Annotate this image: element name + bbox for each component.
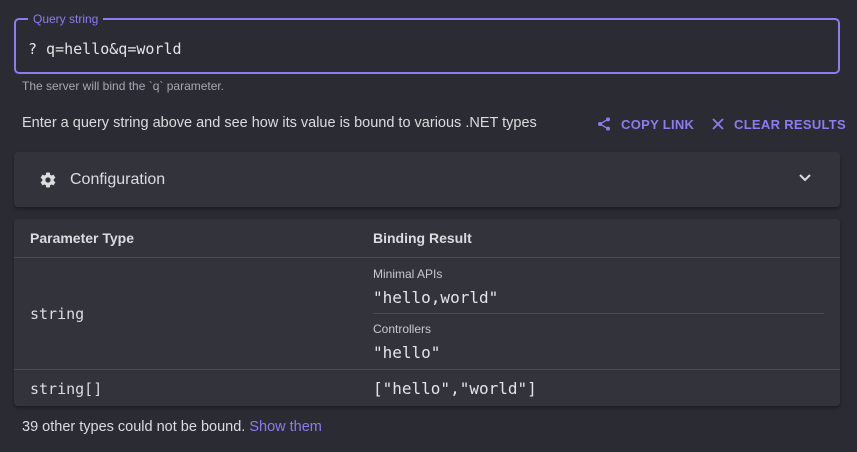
- chevron-down-icon[interactable]: [798, 173, 812, 183]
- header-parameter-type: Parameter Type: [30, 230, 135, 246]
- copy-link-label: COPY LINK: [621, 116, 695, 132]
- header-binding-result: Binding Result: [373, 230, 472, 246]
- intro-text: Enter a query string above and see how i…: [22, 115, 537, 131]
- clear-results-label: CLEAR RESULTS: [734, 116, 846, 132]
- controllers-value: "hello": [373, 343, 441, 362]
- parameter-type-cell: string: [30, 305, 85, 323]
- minimal-apis-value: "hello,world": [373, 288, 499, 307]
- binding-results-table: Parameter Type Binding Result string Min…: [14, 219, 840, 406]
- unbound-count-text: 39 other types could not be bound.: [22, 419, 246, 435]
- gear-icon: [40, 172, 56, 188]
- copy-link-button[interactable]: COPY LINK: [596, 113, 694, 135]
- row-divider: [14, 369, 840, 370]
- share-icon: [598, 117, 610, 131]
- show-them-link[interactable]: Show them: [249, 419, 322, 435]
- helper-text: The server will bind the `q` parameter.: [22, 79, 225, 93]
- clear-results-button[interactable]: CLEAR RESULTS: [711, 113, 846, 135]
- result-divider: [373, 313, 824, 314]
- parameter-type-cell: string[]: [30, 380, 103, 398]
- query-string-input[interactable]: [28, 37, 818, 61]
- query-string-label: Query string: [28, 11, 104, 27]
- minimal-apis-label: Minimal APIs: [373, 267, 443, 281]
- binding-result-value: ["hello","world"]: [373, 379, 537, 398]
- configuration-title: Configuration: [70, 171, 166, 188]
- configuration-panel[interactable]: Configuration: [14, 152, 840, 207]
- controllers-label: Controllers: [373, 322, 432, 336]
- header-divider: [14, 257, 840, 258]
- close-icon: [712, 118, 724, 130]
- footer-text: 39 other types could not be bound. Show …: [22, 419, 322, 435]
- query-string-field[interactable]: Query string: [14, 11, 840, 74]
